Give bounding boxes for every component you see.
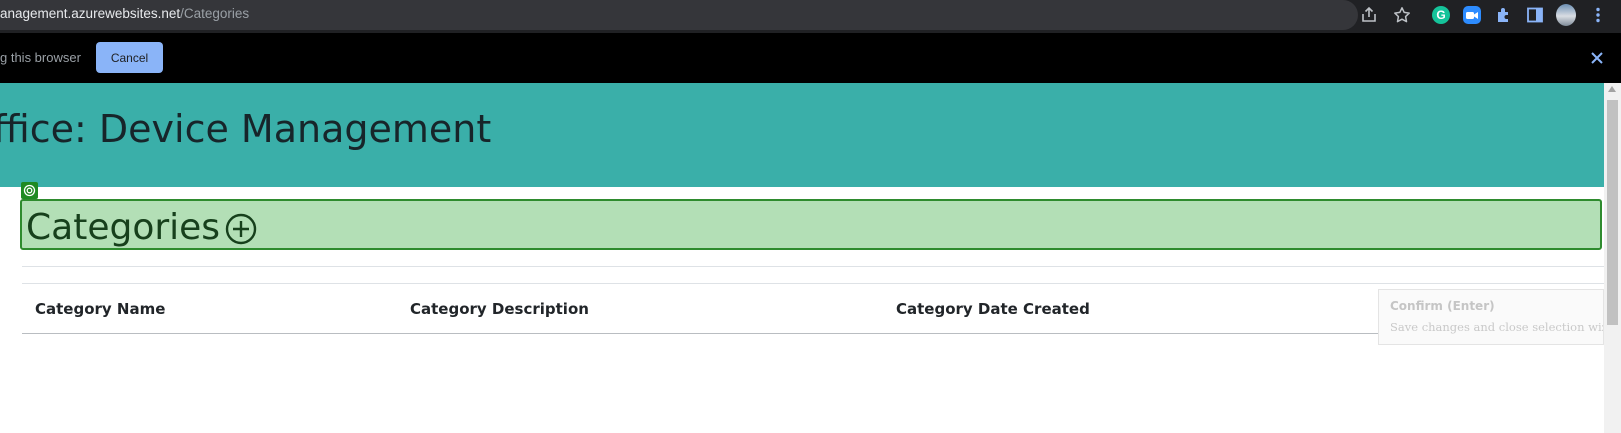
tooltip-title: Confirm (Enter)	[1390, 299, 1495, 313]
categories-title: Categories	[26, 207, 221, 248]
extensions-icon[interactable]	[1494, 5, 1514, 25]
zoom-icon[interactable]	[1462, 5, 1482, 25]
site-header: ffice: Device Management	[0, 83, 1604, 187]
browser-toolbar: anagement.azurewebsites.net/Categories G	[0, 0, 1621, 31]
column-header-name: Category Name	[35, 300, 166, 318]
scrollbar-thumb[interactable]	[1607, 100, 1618, 325]
column-header-date-created: Category Date Created	[896, 300, 1090, 318]
confirm-tooltip: Confirm (Enter) Save changes and close s…	[1378, 289, 1604, 345]
tooltip-description: Save changes and close selection wizard.	[1390, 320, 1603, 334]
url-host: anagement.azurewebsites.net	[0, 6, 181, 21]
grammarly-icon[interactable]: G	[1431, 5, 1451, 25]
table-header-border	[22, 333, 1604, 334]
share-message: g this browser	[0, 50, 81, 65]
cancel-button[interactable]: Cancel	[96, 42, 163, 73]
column-header-description: Category Description	[410, 300, 589, 318]
page-title: ffice: Device Management	[0, 107, 492, 151]
kebab-menu-icon[interactable]	[1588, 5, 1608, 25]
url-text[interactable]: anagement.azurewebsites.net/Categories	[0, 6, 249, 21]
star-icon[interactable]	[1392, 5, 1412, 25]
share-icon[interactable]	[1359, 5, 1379, 25]
screen-share-bar: g this browser Cancel	[0, 33, 1621, 83]
close-icon[interactable]	[1586, 47, 1608, 69]
side-panel-icon[interactable]	[1525, 5, 1545, 25]
target-icon[interactable]	[21, 182, 38, 199]
categories-heading-selected[interactable]: Categories	[20, 199, 1602, 250]
grammarly-letter: G	[1432, 6, 1450, 24]
table-top-border	[22, 283, 1604, 284]
divider	[22, 266, 1604, 267]
url-path: /Categories	[180, 6, 250, 21]
address-bar[interactable]: anagement.azurewebsites.net/Categories	[0, 0, 1358, 30]
add-category-icon[interactable]	[225, 213, 257, 245]
scroll-up-arrow-icon[interactable]	[1608, 86, 1616, 92]
profile-avatar[interactable]	[1556, 4, 1576, 26]
